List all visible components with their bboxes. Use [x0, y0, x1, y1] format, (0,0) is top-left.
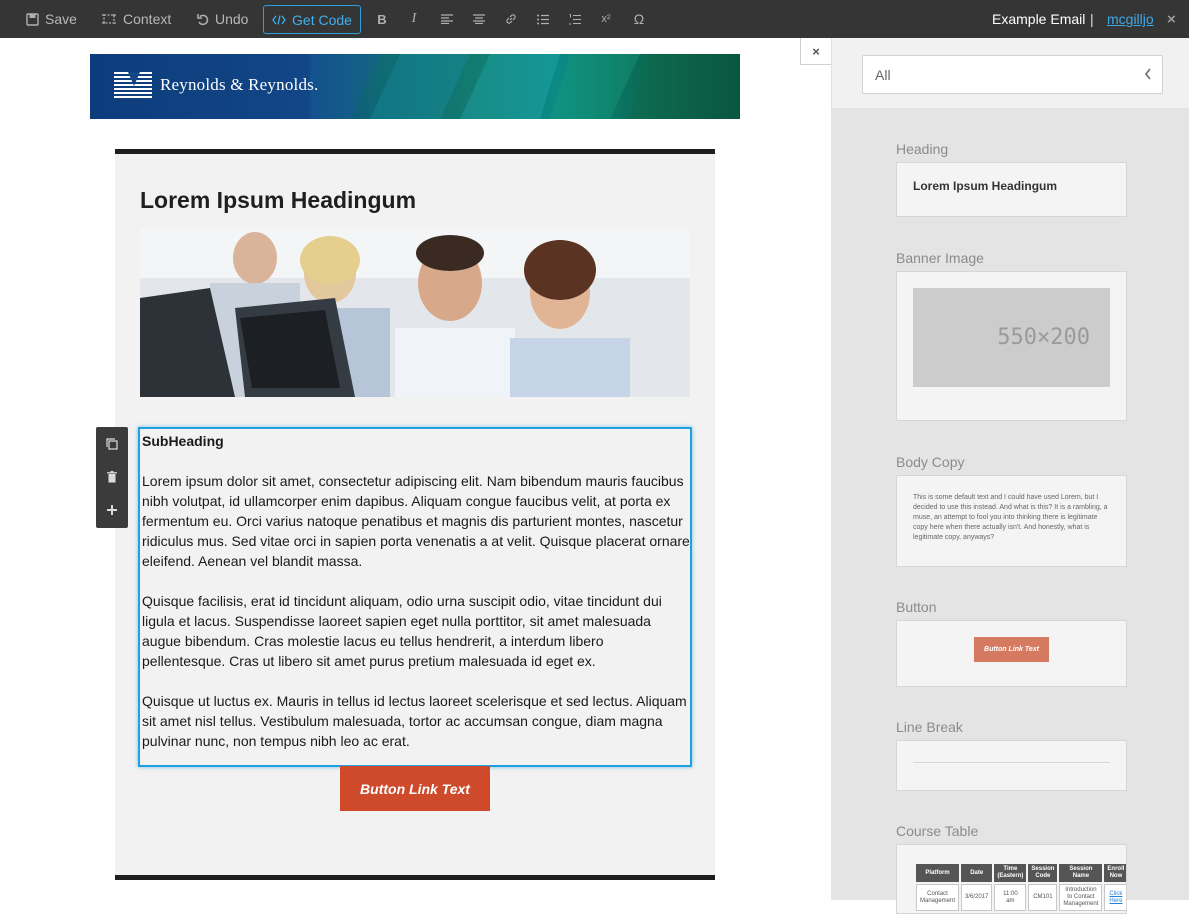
toolbar-separator: | [1090, 11, 1094, 27]
context-icon [102, 14, 116, 24]
save-icon [26, 12, 39, 26]
heading-block-preview: Lorem Ipsum Headingum [913, 179, 1058, 193]
block-toolbar [96, 427, 128, 528]
table-cell: 3/6/2017 [961, 884, 993, 911]
undo-label: Undo [215, 11, 249, 27]
delete-block-button[interactable] [96, 460, 128, 493]
table-cell: 11:00 am [994, 884, 1027, 911]
table-header-cell: Platform [916, 864, 960, 882]
course-table-block-card[interactable]: Platform Date Time (Eastern) Session Cod… [896, 844, 1127, 914]
context-label: Context [123, 11, 172, 27]
paragraph-1: Lorem ipsum dolor sit amet, consectetur … [142, 473, 690, 569]
italic-button[interactable]: I [402, 0, 426, 38]
heading-block-card[interactable]: Lorem Ipsum Headingum [896, 162, 1127, 217]
line-break-block-label: Line Break [896, 719, 963, 735]
email-canvas: Reynolds & Reynolds. Lorem Ipsum Heading… [0, 38, 800, 900]
button-block-preview: Button Link Text [974, 637, 1049, 662]
copy-icon [106, 437, 118, 450]
bullet-list-icon [537, 14, 549, 24]
email-name: Example Email [992, 11, 1086, 27]
superscript-button[interactable]: x² [594, 0, 618, 38]
body-block-preview: This is some default text and I could ha… [913, 494, 1108, 541]
button-block-label: Button [896, 599, 937, 615]
align-left-icon [441, 14, 453, 24]
paragraph-2: Quisque facilisis, erat id tincidunt ali… [142, 593, 662, 669]
table-header-cell: Time (Eastern) [994, 864, 1027, 882]
link-icon [506, 14, 516, 24]
course-table-block-label: Course Table [896, 823, 979, 839]
hero-image[interactable] [140, 228, 690, 397]
subheading: SubHeading [142, 433, 224, 449]
brand-name: Reynolds & Reynolds. [160, 75, 319, 94]
body-block-card[interactable]: This is some default text and I could ha… [896, 475, 1127, 567]
bullet-list-button[interactable] [531, 0, 555, 38]
button-block-card[interactable]: Button Link Text [896, 620, 1127, 687]
paragraph-3: Quisque ut luctus ex. Mauris in tellus i… [142, 693, 687, 749]
email-heading[interactable]: Lorem Ipsum Headingum [140, 187, 416, 214]
category-filter-select[interactable]: All [862, 55, 1163, 94]
table-header-cell: Enroll Now [1104, 864, 1126, 882]
body-block-label: Body Copy [896, 454, 965, 470]
enroll-link: Click Here [1104, 884, 1126, 911]
banner-block-label: Banner Image [896, 250, 984, 266]
code-icon [272, 14, 286, 25]
line-break-preview [913, 762, 1110, 763]
banner-placeholder: 550×200 [913, 288, 1110, 387]
line-break-block-card[interactable] [896, 740, 1127, 791]
editor-toolbar: Save Context Undo Get Code B I x² Ω Exam… [0, 0, 1189, 38]
category-filter-value: All [875, 66, 891, 83]
plus-icon [107, 504, 117, 515]
get-code-label: Get Code [292, 11, 352, 28]
save-button[interactable]: Save [26, 0, 77, 38]
block-library-sidebar: All Heading Lorem Ipsum Headingum Banner… [831, 38, 1189, 914]
reynolds-logo-icon [114, 72, 152, 98]
course-table-preview: Platform Date Time (Eastern) Session Cod… [914, 862, 1126, 913]
numbered-list-button[interactable] [563, 0, 587, 38]
cta-button[interactable]: Button Link Text [340, 766, 490, 811]
user-link[interactable]: mcgilljo [1107, 0, 1154, 38]
brand-banner[interactable]: Reynolds & Reynolds. [90, 54, 740, 119]
add-block-button[interactable] [96, 493, 128, 526]
special-character-button[interactable]: Ω [627, 0, 651, 38]
trash-icon [107, 470, 117, 482]
align-center-icon [473, 14, 485, 24]
align-left-button[interactable] [435, 0, 459, 38]
context-button[interactable]: Context [101, 0, 171, 38]
course-table-header-row: Platform Date Time (Eastern) Session Cod… [916, 864, 1126, 882]
duplicate-block-button[interactable] [96, 427, 128, 460]
undo-button[interactable]: Undo [197, 0, 248, 38]
table-header-cell: Session Name [1059, 864, 1103, 882]
link-button[interactable] [499, 0, 523, 38]
table-cell: CM101 [1028, 884, 1058, 911]
table-header-cell: Date [961, 864, 993, 882]
banner-block-card[interactable]: 550×200 [896, 271, 1127, 421]
banner-pattern [310, 54, 740, 119]
heading-block-label: Heading [896, 141, 949, 157]
align-center-button[interactable] [467, 0, 491, 38]
table-cell: Introduction to Contact Management [1059, 884, 1103, 911]
numbered-list-icon [569, 13, 581, 24]
email-body: Lorem Ipsum Headingum SubHeading Lorem i… [115, 149, 715, 880]
table-row: Contact Management 3/6/2017 11:00 am CM1… [916, 884, 1126, 911]
close-sidebar-button[interactable]: × [800, 38, 831, 65]
save-label: Save [45, 11, 77, 27]
body-copy-block[interactable]: SubHeading Lorem ipsum dolor sit amet, c… [138, 427, 692, 767]
close-editor-button[interactable]: × [1167, 0, 1176, 38]
bold-button[interactable]: B [370, 0, 394, 38]
sidebar-header: All [831, 38, 1189, 108]
undo-icon [197, 13, 209, 25]
chevron-left-icon [1144, 68, 1151, 80]
table-cell: Contact Management [916, 884, 960, 911]
get-code-button[interactable]: Get Code [263, 5, 361, 34]
table-header-cell: Session Code [1028, 864, 1058, 882]
